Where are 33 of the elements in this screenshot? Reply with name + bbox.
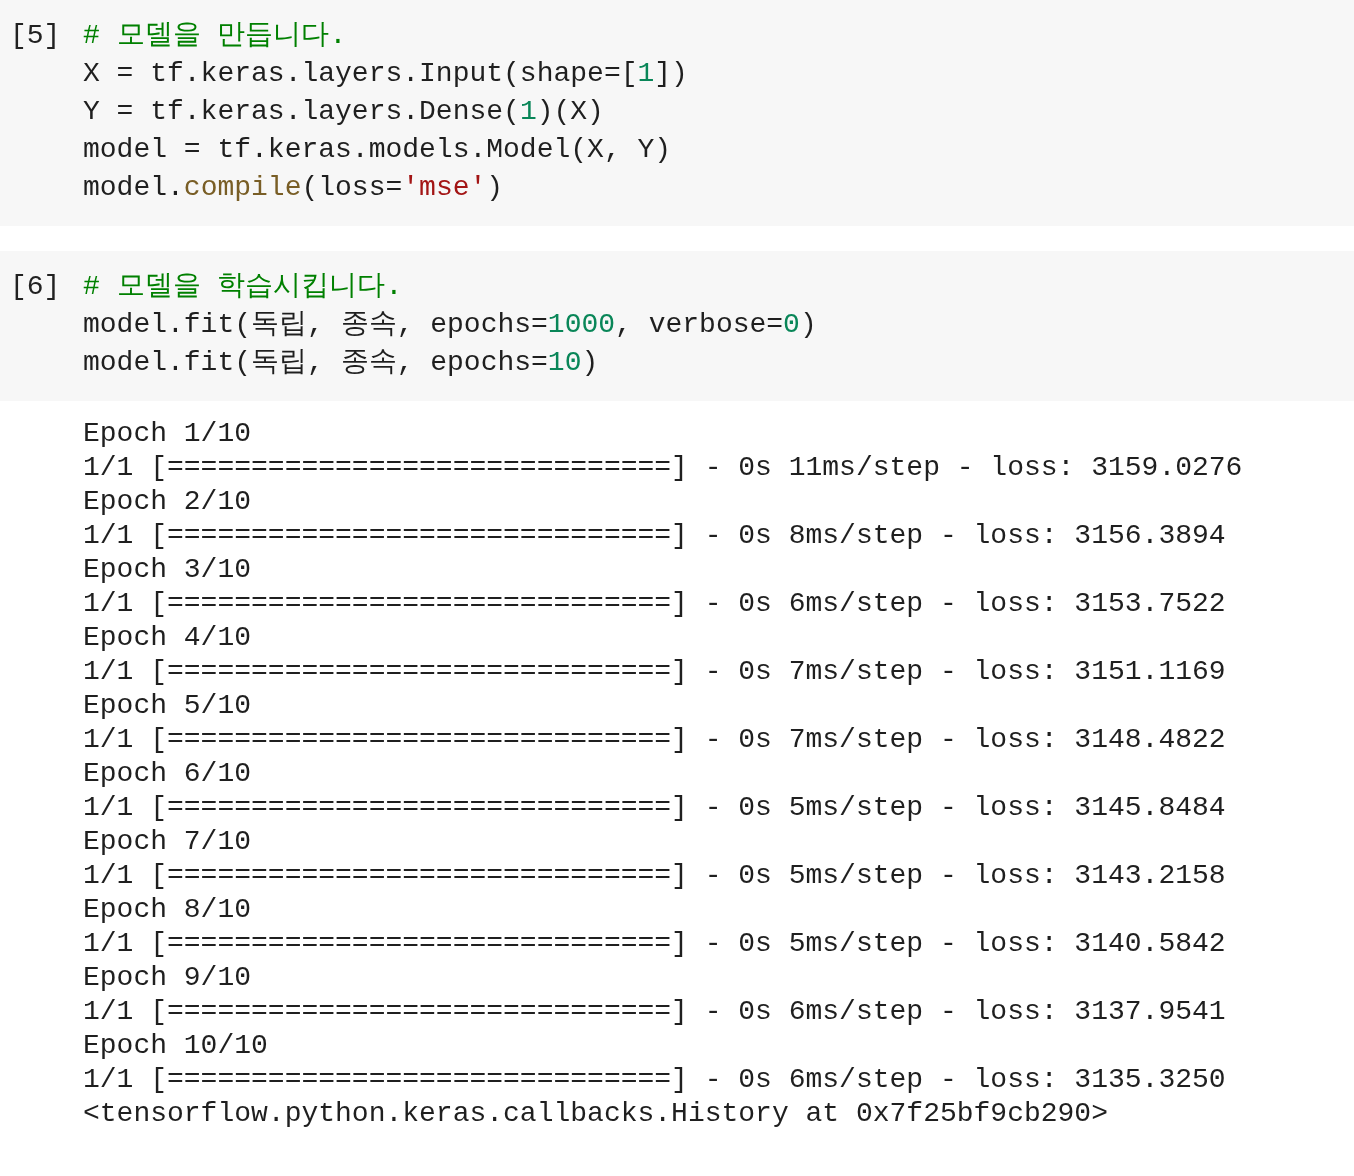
output-line: 1/1 [==============================] - 0s 6ms/step - loss: 3135.3250 <box>83 1064 1226 1095</box>
code-line: model.fit(독립, 종속, epochs=10) <box>83 347 599 378</box>
code-line: X = tf.keras.layers.Input(shape=[1]) <box>83 58 688 89</box>
output-line: 1/1 [==============================] - 0s 8ms/step - loss: 3156.3894 <box>83 520 1226 551</box>
output-line: 1/1 [==============================] - 0s 5ms/step - loss: 3143.2158 <box>83 860 1226 891</box>
code-cell[interactable]: [6] # 모델을 학습시킵니다. model.fit(독립, 종속, epochs=1000, verbose=0) model.fit(독립, 종속, epochs=10) <box>0 251 1354 401</box>
output-line: 1/1 [==============================] - 0s 6ms/step - loss: 3137.9541 <box>83 996 1226 1027</box>
output-line: Epoch 3/10 <box>83 554 252 585</box>
output-line: Epoch 2/10 <box>83 486 252 517</box>
code-line: # 모델을 만듭니다. <box>83 20 347 51</box>
output-line: 1/1 [==============================] - 0s 5ms/step - loss: 3145.8484 <box>83 792 1226 823</box>
output-line: Epoch 10/10 <box>83 1030 268 1061</box>
code-line: model.compile(loss='mse') <box>83 172 504 203</box>
output-line: Epoch 9/10 <box>83 962 252 993</box>
output-line: Epoch 1/10 <box>83 418 252 449</box>
output-line: <tensorflow.python.keras.callbacks.History at 0x7f25bf9cb290> <box>83 1098 1108 1129</box>
output-line: 1/1 [==============================] - 0s 7ms/step - loss: 3151.1169 <box>83 656 1226 687</box>
code-line: Y = tf.keras.layers.Dense(1)(X) <box>83 96 604 127</box>
output-line: 1/1 [==============================] - 0s 6ms/step - loss: 3153.7522 <box>83 588 1226 619</box>
code-cell[interactable]: [5] # 모델을 만듭니다. X = tf.keras.layers.Input(shape=[1]) Y = tf.keras.layers.Dense(1)(X) model = tf.keras.models.Model(X, Y) model.compile(loss='mse') <box>0 0 1354 226</box>
output-line: 1/1 [==============================] - 0s 7ms/step - loss: 3148.4822 <box>83 724 1226 755</box>
output-line: Epoch 8/10 <box>83 894 252 925</box>
execution-count: [6] <box>9 270 62 304</box>
code-line: model.fit(독립, 종속, epochs=1000, verbose=0) <box>83 309 817 340</box>
output-line: Epoch 5/10 <box>83 690 252 721</box>
output-line: 1/1 [==============================] - 0s 11ms/step - loss: 3159.0276 <box>83 452 1243 483</box>
execution-count: [5] <box>9 19 62 53</box>
output-line: 1/1 [==============================] - 0s 5ms/step - loss: 3140.5842 <box>83 928 1226 959</box>
code-line: # 모델을 학습시킵니다. <box>83 271 403 302</box>
output-line: Epoch 6/10 <box>83 758 252 789</box>
output-line: Epoch 7/10 <box>83 826 252 857</box>
output-line: Epoch 4/10 <box>83 622 252 653</box>
code-line: model = tf.keras.models.Model(X, Y) <box>83 134 672 165</box>
